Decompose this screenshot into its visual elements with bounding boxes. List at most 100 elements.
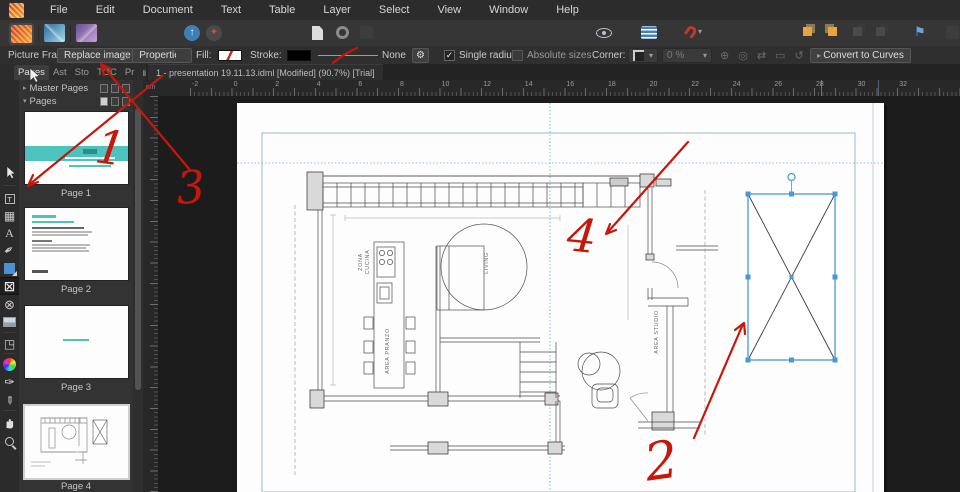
page-2-thumbnail[interactable] [25, 208, 128, 280]
bounding-box-icon: ▭ [775, 49, 786, 62]
duplicate-page-icon[interactable] [111, 96, 119, 106]
sync-icon[interactable]: ↑ [184, 25, 200, 41]
arrange-front-icon[interactable] [803, 24, 812, 36]
page-4-thumbnail[interactable] [25, 406, 128, 478]
master-pages-section[interactable]: ▸ Master Pages [19, 82, 133, 94]
ruler-label: 6 [358, 81, 363, 88]
document-tab[interactable]: 1 - presentation 19.11.13.idml [Modified… [148, 64, 383, 81]
ruler-label: 22 [691, 81, 699, 88]
menu-help[interactable]: Help [542, 0, 593, 20]
rectangle-icon [4, 262, 17, 276]
menu-edit[interactable]: Edit [82, 0, 129, 20]
page-4-mini-plan [31, 417, 108, 467]
pen-tool[interactable]: ✒ [0, 241, 19, 259]
magnifier-icon [5, 436, 14, 446]
absolute-sizes-checkbox[interactable]: Absolute sizes [512, 48, 591, 62]
horizontal-ruler: -2 0 2 4 6 8 10 12 14 16 18 20 22 24 26 28 30 32 [158, 80, 960, 97]
view-hand-tool[interactable] [0, 414, 19, 430]
menu-table[interactable]: Table [255, 0, 309, 20]
badge-icon[interactable]: ✦ [206, 25, 222, 41]
convert-to-curves-button[interactable]: ▸ Convert to Curves [810, 47, 911, 63]
ruler-label: 10 [441, 81, 450, 88]
picture-frame-ellipse-tool[interactable]: ⊗ [0, 297, 19, 313]
stroke-swatch[interactable] [287, 49, 311, 61]
menu-window[interactable]: Window [475, 0, 542, 20]
corner-radius-dropdown[interactable]: 0 % ▾ [662, 47, 712, 63]
panel-toggle-icon[interactable] [641, 26, 657, 39]
scrollbar-thumb[interactable] [135, 108, 141, 390]
flag-icon[interactable]: ⚑ [914, 24, 926, 40]
single-radius-checkbox[interactable]: ✓ Single radius [444, 48, 517, 62]
expand-arrow-icon[interactable]: ▸ [23, 84, 27, 92]
rotation-handle[interactable] [787, 172, 796, 182]
delete-master-page-icon[interactable] [122, 83, 130, 93]
tab-assets[interactable]: Ast [49, 65, 71, 80]
move-tool[interactable] [0, 164, 19, 180]
plan-label-area-pranzo: AREA PRANZO [385, 328, 391, 374]
add-page-icon[interactable] [100, 96, 108, 106]
page-1-thumbnail[interactable] [25, 112, 128, 184]
ruler-label: 18 [608, 81, 616, 88]
app-logo-icon[interactable] [9, 2, 24, 18]
tab-preflight[interactable]: Pr [121, 65, 139, 80]
plan-label-area-studio: AREA STUDIO [654, 310, 660, 354]
zoom-tool[interactable] [0, 433, 19, 449]
rectangle-tool[interactable] [0, 260, 19, 276]
preview-mode-icon[interactable] [596, 28, 612, 38]
context-toolbar: Picture Frame Replace image ⊞ Properties … [0, 46, 960, 65]
tab-stock[interactable]: Sto [71, 65, 93, 80]
pages-section[interactable]: ▾ Pages [19, 95, 133, 107]
corner-label: Corner: [592, 49, 626, 61]
artistic-text-tool[interactable]: A [0, 225, 19, 241]
vertical-ruler [143, 96, 159, 492]
place-image-tool[interactable] [0, 314, 19, 330]
color-picker-tool[interactable]: ✏ [0, 392, 19, 408]
page-4-label: Page 4 [60, 481, 92, 492]
page-3-thumbnail[interactable] [25, 306, 128, 378]
style-picker-icon: ✑ [4, 375, 15, 389]
ruler-label: 24 [732, 81, 741, 88]
arrange-forward-icon[interactable] [828, 24, 837, 36]
new-document-icon[interactable] [312, 26, 323, 40]
ruler-label: 14 [524, 81, 533, 88]
stroke-settings-gear-icon[interactable]: ⚙ [412, 47, 429, 63]
vector-crop-tool[interactable]: ◳ [0, 336, 19, 352]
fill-swatch[interactable] [218, 49, 242, 61]
reset-icon: ↺ [794, 49, 804, 62]
style-picker-tool[interactable]: ✑ [0, 374, 19, 390]
stroke-label: Stroke: [250, 49, 282, 61]
menu-view[interactable]: View [423, 0, 475, 20]
open-document-icon[interactable] [336, 26, 349, 39]
menu-file[interactable]: File [36, 0, 82, 20]
photo-persona-icon[interactable] [76, 24, 97, 42]
picture-frame-rectangle-tool[interactable]: ⊠ [0, 277, 20, 295]
tab-toc[interactable]: TOC [93, 65, 121, 80]
add-master-page-icon[interactable] [100, 83, 108, 93]
menu-layer[interactable]: Layer [309, 0, 365, 20]
frame-text-icon: T [4, 194, 15, 204]
tab-pages[interactable]: Pages [14, 64, 49, 80]
flip-horizontal-icon: ⇄ [756, 49, 767, 62]
tools-toolbar: T ▦ A ✒ ⊠ ⊗ ◳ ✑ ✏ [0, 80, 20, 492]
pen-icon: ✒ [1, 241, 18, 259]
table-tool[interactable]: ▦ [0, 208, 19, 224]
duplicate-master-page-icon[interactable] [111, 83, 119, 93]
collapse-arrow-icon[interactable]: ▾ [23, 97, 27, 105]
publisher-persona-icon[interactable] [9, 23, 34, 45]
frame-text-tool[interactable]: T [0, 191, 19, 207]
delete-page-icon[interactable] [122, 96, 130, 106]
stroke-width-slider[interactable] [318, 48, 378, 62]
menu-select[interactable]: Select [365, 0, 424, 20]
color-wheel-tool[interactable] [0, 356, 19, 372]
ruler-label: -2 [192, 81, 199, 88]
picture-frame-selection[interactable] [745, 172, 838, 363]
plan-label-cucina: CUCINA [365, 250, 371, 275]
menu-document[interactable]: Document [129, 0, 207, 20]
stroke-style-value[interactable]: None [382, 50, 406, 61]
snapping-magnet-icon[interactable]: ▾ [683, 24, 702, 39]
menu-text[interactable]: Text [207, 0, 255, 20]
clipped-toolbar-icon[interactable] [946, 26, 959, 39]
designer-persona-icon[interactable] [44, 24, 65, 42]
corner-type-dropdown[interactable]: ▾ [628, 47, 659, 63]
document-canvas[interactable]: ZONA CUCINA AREA PRANZO LIVING AREA STUD… [158, 96, 960, 492]
